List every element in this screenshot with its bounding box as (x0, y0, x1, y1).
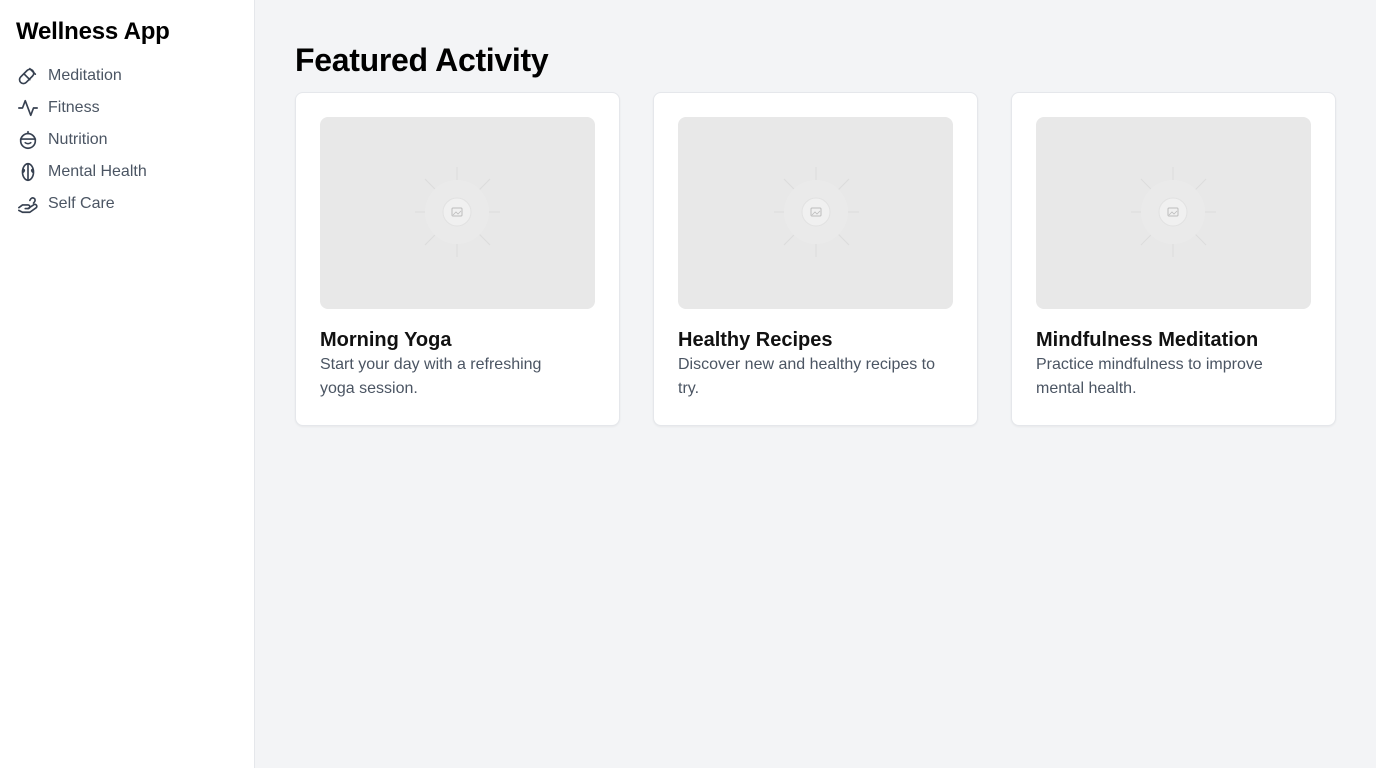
sidebar-item-label: Mental Health (48, 163, 147, 180)
sidebar: Wellness App Meditation Fitness Nutritio… (0, 0, 255, 768)
sidebar-item-fitness[interactable]: Fitness (16, 92, 238, 124)
app-root: Wellness App Meditation Fitness Nutritio… (0, 0, 1376, 768)
app-title: Wellness App (16, 18, 170, 45)
main-content: Featured Activity Morning Yoga Start you… (255, 0, 1376, 768)
image-placeholder-icon (415, 167, 500, 257)
card-description: Start your day with a refreshing yoga se… (320, 356, 542, 397)
card-title: Mindfulness Meditation (1036, 329, 1259, 351)
image-placeholder-icon (1131, 167, 1216, 257)
activity-icon (16, 96, 40, 120)
image-placeholder-icon (774, 167, 859, 257)
activity-cards: Morning Yoga Start your day with a refre… (295, 92, 1336, 426)
card-description: Practice mindfulness to improve mental h… (1036, 356, 1263, 397)
card-image (678, 117, 953, 309)
sidebar-item-label: Nutrition (48, 131, 108, 148)
card-description: Discover new and healthy recipes to try. (678, 356, 936, 397)
sidebar-item-label: Meditation (48, 67, 122, 84)
sidebar-item-label: Fitness (48, 99, 100, 116)
activity-card-mindfulness-meditation[interactable]: Mindfulness Meditation Practice mindfuln… (1011, 92, 1336, 426)
card-title: Morning Yoga (320, 329, 452, 351)
sidebar-item-meditation[interactable]: Meditation (16, 60, 238, 92)
activity-card-morning-yoga[interactable]: Morning Yoga Start your day with a refre… (295, 92, 620, 426)
card-title: Healthy Recipes (678, 329, 833, 351)
card-image (320, 117, 595, 309)
card-image (1036, 117, 1311, 309)
activity-card-healthy-recipes[interactable]: Healthy Recipes Discover new and healthy… (653, 92, 978, 426)
sidebar-item-mental-health[interactable]: Mental Health (16, 156, 238, 188)
meditation-icon (16, 64, 40, 88)
page-title: Featured Activity (295, 42, 549, 78)
hand-heart-icon (16, 192, 40, 216)
sidebar-item-label: Self Care (48, 195, 115, 212)
sidebar-item-nutrition[interactable]: Nutrition (16, 124, 238, 156)
sidebar-item-self-care[interactable]: Self Care (16, 188, 238, 220)
nutrition-icon (16, 128, 40, 152)
brain-icon (16, 160, 40, 184)
